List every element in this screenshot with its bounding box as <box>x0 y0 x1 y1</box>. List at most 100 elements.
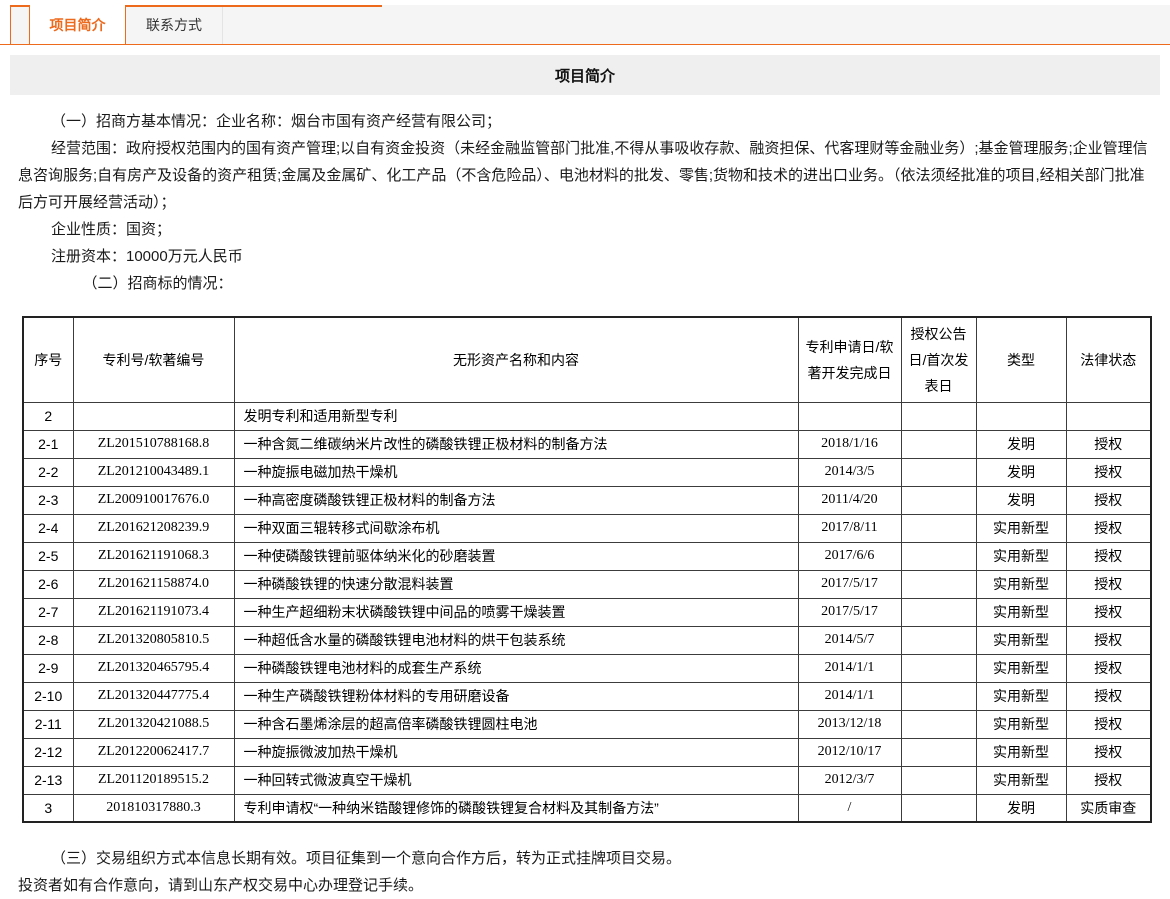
table-cell: ZL201320447775.4 <box>73 682 234 710</box>
assets-table-body: 2 发明专利和适用新型专利2-1ZL201510788168.8一种含氮二维碳纳米… <box>23 402 1151 822</box>
table-row: 2-9ZL201320465795.4一种磷酸铁锂电池材料的成套生产系统2014… <box>23 654 1151 682</box>
table-cell: 实用新型 <box>976 766 1066 794</box>
table-row: 2-7ZL201621191073.4一种生产超细粉末状磷酸铁锂中间品的喷雾干燥… <box>23 598 1151 626</box>
page-title: 项目简介 <box>555 65 615 86</box>
table-cell: 2014/1/1 <box>798 682 901 710</box>
table-cell: ZL201320465795.4 <box>73 654 234 682</box>
table-row: 2-4ZL201621208239.9一种双面三辊转移式间歇涂布机2017/8/… <box>23 514 1151 542</box>
table-cell: 一种含石墨烯涂层的超高倍率磷酸铁锂圆柱电池 <box>234 710 798 738</box>
table-cell <box>901 486 976 514</box>
table-cell: 授权 <box>1066 570 1151 598</box>
table-cell: ZL201621208239.9 <box>73 514 234 542</box>
table-cell: 一种使磷酸铁锂前驱体纳米化的砂磨装置 <box>234 542 798 570</box>
table-row: 2-10ZL201320447775.4一种生产磷酸铁锂粉体材料的专用研磨设备2… <box>23 682 1151 710</box>
tab-bar-inner: 项目简介 联系方式 <box>10 5 1170 44</box>
table-cell <box>798 402 901 430</box>
table-cell: 2012/3/7 <box>798 766 901 794</box>
table-cell: 2017/5/17 <box>798 598 901 626</box>
table-cell: 实用新型 <box>976 514 1066 542</box>
table-cell: 2017/6/6 <box>798 542 901 570</box>
table-row: 2-6ZL201621158874.0一种磷酸铁锂的快速分散混料装置2017/5… <box>23 570 1151 598</box>
table-row: 3201810317880.3专利申请权“一种纳米锆酸锂修饰的磷酸铁锂复合材料及… <box>23 794 1151 822</box>
table-cell <box>901 542 976 570</box>
table-cell: 授权 <box>1066 766 1151 794</box>
table-cell: 实用新型 <box>976 598 1066 626</box>
tab-contact[interactable]: 联系方式 <box>126 5 223 44</box>
col-header-asset-name: 无形资产名称和内容 <box>234 317 798 402</box>
table-cell: 2017/8/11 <box>798 514 901 542</box>
table-row: 2-8ZL201320805810.5一种超低含水量的磷酸铁锂电池材料的烘干包装… <box>23 626 1151 654</box>
table-cell: / <box>798 794 901 822</box>
table-cell <box>901 598 976 626</box>
section-title-bar: 项目简介 <box>10 55 1160 95</box>
table-cell: 2-1 <box>23 430 73 458</box>
col-header-publish-date: 授权公告日/首次发表日 <box>901 317 976 402</box>
table-cell: 2-11 <box>23 710 73 738</box>
table-cell: 2013/12/18 <box>798 710 901 738</box>
col-header-index: 序号 <box>23 317 73 402</box>
table-cell: 实用新型 <box>976 654 1066 682</box>
table-cell: 发明 <box>976 486 1066 514</box>
project-intro-content: （一）招商方基本情况：企业名称：烟台市国有资产经营有限公司； 经营范围：政府授权… <box>0 95 1170 899</box>
tab-bar: 项目简介 联系方式 <box>0 5 1170 45</box>
table-cell: 2014/1/1 <box>798 654 901 682</box>
table-cell: 发明专利和适用新型专利 <box>234 402 798 430</box>
trade-notes: （三）交易组织方式本信息长期有效。项目征集到一个意向合作方后，转为正式挂牌项目交… <box>18 845 1155 899</box>
table-cell: 2018/1/16 <box>798 430 901 458</box>
table-cell: 实用新型 <box>976 682 1066 710</box>
col-header-type: 类型 <box>976 317 1066 402</box>
para-investor-notice: 投资者如有合作意向，请到山东产权交易中心办理登记手续。 <box>18 872 1155 899</box>
table-cell <box>901 682 976 710</box>
table-cell: 发明 <box>976 430 1066 458</box>
table-cell: 实用新型 <box>976 542 1066 570</box>
table-cell: ZL200910017676.0 <box>73 486 234 514</box>
table-cell: 授权 <box>1066 738 1151 766</box>
table-cell: 2-5 <box>23 542 73 570</box>
table-cell: 授权 <box>1066 430 1151 458</box>
table-cell <box>976 402 1066 430</box>
table-cell: 2017/5/17 <box>798 570 901 598</box>
table-cell <box>901 654 976 682</box>
table-cell: 2014/3/5 <box>798 458 901 486</box>
table-cell <box>901 710 976 738</box>
table-cell: 2-10 <box>23 682 73 710</box>
table-row: 2-2ZL201210043489.1一种旋振电磁加热干燥机2014/3/5发明… <box>23 458 1151 486</box>
table-row: 2-1ZL201510788168.8一种含氮二维碳纳米片改性的磷酸铁锂正极材料… <box>23 430 1151 458</box>
table-cell: ZL201120189515.2 <box>73 766 234 794</box>
table-cell: 201810317880.3 <box>73 794 234 822</box>
table-cell: 2-12 <box>23 738 73 766</box>
table-cell: 实用新型 <box>976 626 1066 654</box>
table-cell: 专利申请权“一种纳米锆酸锂修饰的磷酸铁锂复合材料及其制备方法” <box>234 794 798 822</box>
table-cell: 2-3 <box>23 486 73 514</box>
table-cell: ZL201510788168.8 <box>73 430 234 458</box>
table-cell: ZL201621191068.3 <box>73 542 234 570</box>
table-cell: ZL201621191073.4 <box>73 598 234 626</box>
table-cell <box>901 402 976 430</box>
table-cell: 2 <box>23 402 73 430</box>
table-cell: ZL201320421088.5 <box>73 710 234 738</box>
table-cell: 授权 <box>1066 458 1151 486</box>
table-row: 2-13ZL201120189515.2一种回转式微波真空干燥机2012/3/7… <box>23 766 1151 794</box>
table-row: 2-5ZL201621191068.3一种使磷酸铁锂前驱体纳米化的砂磨装置201… <box>23 542 1151 570</box>
table-cell: 2014/5/7 <box>798 626 901 654</box>
table-cell: 授权 <box>1066 682 1151 710</box>
table-cell <box>901 626 976 654</box>
table-cell <box>901 738 976 766</box>
table-cell: 一种高密度磷酸铁锂正极材料的制备方法 <box>234 486 798 514</box>
table-cell: ZL201220062417.7 <box>73 738 234 766</box>
table-cell: 授权 <box>1066 514 1151 542</box>
table-cell: 2-9 <box>23 654 73 682</box>
table-cell: 一种旋振微波加热干燥机 <box>234 738 798 766</box>
table-row: 2-12ZL201220062417.7一种旋振微波加热干燥机2012/10/1… <box>23 738 1151 766</box>
table-cell <box>901 570 976 598</box>
table-cell: 2-2 <box>23 458 73 486</box>
table-row: 2-3ZL200910017676.0一种高密度磷酸铁锂正极材料的制备方法201… <box>23 486 1151 514</box>
table-cell: 发明 <box>976 458 1066 486</box>
table-cell: 一种双面三辊转移式间歇涂布机 <box>234 514 798 542</box>
table-cell: 授权 <box>1066 710 1151 738</box>
table-cell <box>901 514 976 542</box>
table-cell: 实用新型 <box>976 570 1066 598</box>
table-cell <box>901 794 976 822</box>
table-cell: ZL201621158874.0 <box>73 570 234 598</box>
tab-project-intro[interactable]: 项目简介 <box>29 5 126 44</box>
